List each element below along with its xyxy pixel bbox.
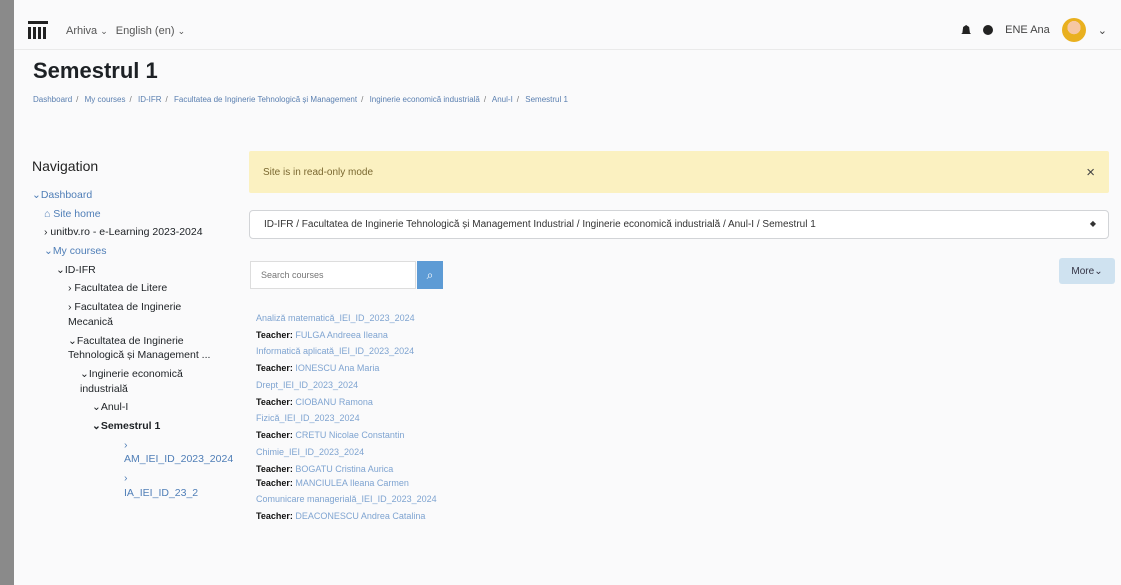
chat-icon[interactable] — [983, 25, 994, 35]
nav-elearning[interactable]: › unitbv.ro - e-Learning 2023-2024 — [32, 225, 222, 240]
breadcrumb-faculty[interactable]: Facultatea de Inginerie Tehnologică și M… — [174, 95, 357, 104]
course-item: Drept_IEI_ID_2023_2024 Teacher: CIOBANU … — [256, 380, 776, 409]
nav-course-am[interactable]: › AM_IEI_ID_2023_2024 — [32, 438, 233, 467]
course-item: Comunicare managerială_IEI_ID_2023_2024 … — [256, 494, 776, 523]
nav-dashboard[interactable]: ⌄Dashboard — [32, 188, 222, 203]
breadcrumb-id-ifr[interactable]: ID-IFR — [138, 95, 162, 104]
user-name[interactable]: ENE Ana — [1005, 24, 1050, 36]
teacher-line: Teacher: CIOBANU Ramona — [256, 396, 373, 407]
teacher-link[interactable]: IONESCU Ana Maria — [295, 363, 379, 373]
navigation-title: Navigation — [32, 158, 99, 174]
nav-my-courses[interactable]: ⌄My courses — [32, 244, 222, 259]
moodle-course-category-page: Arhiva ⌄ English (en) ⌄ ENE Ana ⌄ Semest… — [14, 0, 1121, 585]
language-menu[interactable]: English (en) ⌄ — [116, 25, 185, 37]
course-link[interactable]: Comunicare managerială_IEI_ID_2023_2024 — [256, 494, 776, 504]
alert-message: Site is in read-only mode — [263, 166, 374, 178]
course-search: ⌕ — [250, 261, 443, 289]
chevron-down-icon: ⌄ — [100, 26, 108, 36]
select-arrows-icon: ◆ — [1089, 219, 1096, 228]
breadcrumb-my-courses[interactable]: My courses — [85, 95, 126, 104]
teacher-line: Teacher: FULGA Andreea Ileana — [256, 330, 388, 340]
teacher-link[interactable]: FULGA Andreea Ileana — [295, 330, 388, 340]
close-icon[interactable]: × — [1086, 164, 1095, 181]
teacher-line: Teacher: CRETU Nicolae Constantin — [256, 430, 405, 441]
user-dropdown-icon[interactable]: ⌄ — [1098, 24, 1107, 37]
archive-menu[interactable]: Arhiva ⌄ — [66, 25, 108, 37]
course-link[interactable]: Fizică_IEI_ID_2023_2024 — [256, 413, 776, 423]
course-item: Informatică aplicată_IEI_ID_2023_2024 Te… — [256, 346, 776, 375]
search-input[interactable] — [250, 261, 416, 289]
teacher-line: Teacher: BOGATU Cristina Aurica — [256, 463, 394, 474]
top-menu: Arhiva ⌄ English (en) ⌄ — [66, 25, 185, 37]
teacher-link[interactable]: MANCIULEA Ileana Carmen — [295, 478, 409, 488]
avatar[interactable] — [1061, 18, 1086, 42]
teacher-link[interactable]: DEACONESCU Andrea Catalina — [295, 511, 425, 521]
navigation-tree: ⌄Dashboard ⌂ Site home › unitbv.ro - e-L… — [32, 188, 233, 504]
nav-course-ia[interactable]: › IA_IEI_ID_23_2 — [32, 471, 222, 500]
breadcrumb: Dashboard / My courses / ID-IFR / Facultate… — [33, 95, 568, 104]
search-icon: ⌕ — [426, 267, 434, 282]
teacher-line: Teacher: IONESCU Ana Maria — [256, 363, 380, 374]
header-divider — [14, 49, 1121, 50]
nav-faculty-letters[interactable]: › Facultatea de Litere — [32, 281, 222, 296]
more-button[interactable]: More ⌄ — [1059, 258, 1115, 284]
breadcrumb-semester[interactable]: Semestrul 1 — [525, 95, 568, 104]
course-list: Analiză matematică_IEI_ID_2023_2024 Teac… — [256, 313, 776, 528]
search-button[interactable]: ⌕ — [417, 261, 443, 289]
course-link[interactable]: Informatică aplicată_IEI_ID_2023_2024 — [256, 346, 776, 356]
course-link[interactable]: Analiză matematică_IEI_ID_2023_2024 — [256, 313, 776, 323]
home-icon: ⌂ — [44, 207, 51, 220]
page-title: Semestrul 1 — [33, 58, 158, 83]
course-link[interactable]: Drept_IEI_ID_2023_2024 — [256, 380, 776, 390]
chevron-down-icon: ⌄ — [177, 26, 186, 36]
course-item: Chimie_IEI_ID_2023_2024 Teacher: BOGATU … — [256, 447, 776, 491]
category-select[interactable]: ID-IFR / Facultatea de Inginerie Tehnolo… — [249, 210, 1109, 239]
teacher-line: Teacher: MANCIULEA Ileana Carmen — [256, 477, 409, 488]
teacher-line: Teacher: DEACONESCU Andrea Catalina — [256, 511, 426, 522]
nav-semester-one[interactable]: ⌄Semestrul 1 — [32, 419, 222, 434]
nav-faculty-technology[interactable]: ⌄Facultatea de Inginerie Tehnologică și … — [32, 334, 222, 363]
teacher-link[interactable]: CIOBANU Ramona — [295, 397, 373, 407]
university-logo-icon[interactable] — [28, 21, 48, 39]
nav-industrial-engineering[interactable]: ⌄Inginerie economică industrială — [32, 367, 222, 396]
nav-year-one[interactable]: ⌄Anul-I — [32, 400, 222, 415]
bell-icon[interactable] — [961, 25, 972, 34]
nav-faculty-mechanical[interactable]: › Facultatea de Inginerie Mecanică — [32, 300, 222, 329]
read-only-alert: Site is in read-only mode × — [249, 151, 1109, 193]
course-item: Fizică_IEI_ID_2023_2024 Teacher: CRETU N… — [256, 413, 776, 442]
teacher-link[interactable]: BOGATU Cristina Aurica — [295, 464, 393, 474]
teacher-link[interactable]: CRETU Nicolae Constantin — [295, 430, 404, 440]
course-link[interactable]: Chimie_IEI_ID_2023_2024 — [256, 447, 776, 457]
nav-id-ifr[interactable]: ⌄ID-IFR — [32, 263, 222, 278]
category-select-value: ID-IFR / Facultatea de Inginerie Tehnolo… — [264, 219, 816, 230]
breadcrumb-dashboard[interactable]: Dashboard — [33, 95, 72, 104]
course-item: Analiză matematică_IEI_ID_2023_2024 Teac… — [256, 313, 776, 342]
breadcrumb-year[interactable]: Anul-I — [492, 95, 513, 104]
user-menu: ENE Ana ⌄ — [961, 18, 1107, 42]
nav-site-home[interactable]: ⌂ Site home — [32, 207, 222, 222]
breadcrumb-program[interactable]: Inginerie economică industrială — [370, 95, 480, 104]
top-navigation-bar: Arhiva ⌄ English (en) ⌄ ENE Ana ⌄ — [14, 0, 1121, 50]
